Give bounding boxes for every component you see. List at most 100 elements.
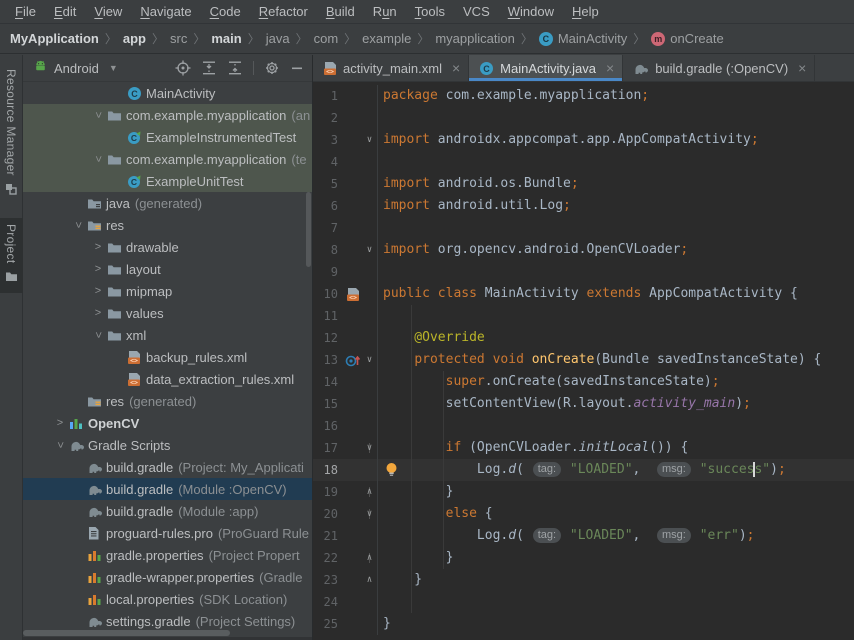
menu-file[interactable]: File: [6, 0, 45, 24]
fold-marker-icon[interactable]: ∧: [362, 553, 377, 563]
menu-run[interactable]: Run: [364, 0, 406, 24]
fold-marker-icon[interactable]: ∨: [362, 135, 377, 145]
hide-icon[interactable]: [290, 61, 304, 75]
menu-tools[interactable]: Tools: [406, 0, 454, 24]
tree-chevron-icon[interactable]: >: [89, 263, 107, 275]
expand-all-icon[interactable]: [201, 60, 217, 76]
code-line-2[interactable]: 2: [313, 107, 854, 129]
tree-row-values[interactable]: >values: [23, 302, 312, 324]
code-line-19[interactable]: 19∧ }: [313, 481, 854, 503]
code-line-12[interactable]: 12 @Override: [313, 327, 854, 349]
editor-tab-mainactivity-java[interactable]: C MainActivity.java ×: [469, 55, 623, 81]
code-line-17[interactable]: 17∨ if (OpenCVLoader.initLocal()) {: [313, 437, 854, 459]
tree-chevron-icon[interactable]: >: [89, 307, 107, 319]
breadcrumb-item-mainactivity[interactable]: CMainActivity: [539, 31, 627, 46]
tree-row-build-gradle[interactable]: build.gradle(Module :app): [23, 500, 312, 522]
layout-file-icon[interactable]: <>: [343, 287, 362, 302]
editor-tab-activity-main-xml[interactable]: <> activity_main.xml ×: [313, 55, 469, 81]
code-line-22[interactable]: 22∧ }: [313, 547, 854, 569]
breadcrumb-item-myapplication[interactable]: MyApplication: [10, 31, 99, 46]
close-icon[interactable]: ×: [606, 60, 614, 76]
tree-row-data-extraction-rules-xml[interactable]: <>data_extraction_rules.xml: [23, 368, 312, 390]
tree-chevron-icon[interactable]: >: [89, 329, 107, 341]
breadcrumb-item-main[interactable]: main: [211, 31, 241, 46]
code-line-24[interactable]: 24: [313, 591, 854, 613]
close-icon[interactable]: ×: [452, 60, 460, 76]
breadcrumb-item-oncreate[interactable]: monCreate: [651, 31, 723, 46]
tree-row-com-example-myapplication[interactable]: >com.example.myapplication(an: [23, 104, 312, 126]
override-icon[interactable]: [343, 353, 362, 368]
code-line-25[interactable]: 25}: [313, 613, 854, 635]
tree-horizontal-scrollbar[interactable]: [23, 630, 230, 636]
code-line-13[interactable]: 13∨ protected void onCreate(Bundle saved…: [313, 349, 854, 371]
code-line-10[interactable]: 10<>public class MainActivity extends Ap…: [313, 283, 854, 305]
project-view-selector[interactable]: Android ▼: [33, 60, 118, 77]
breadcrumb-item-myapplication[interactable]: myapplication: [435, 31, 515, 46]
code-line-23[interactable]: 23∧ }: [313, 569, 854, 591]
breadcrumb-item-com[interactable]: com: [314, 31, 339, 46]
menu-view[interactable]: View: [85, 0, 131, 24]
menu-code[interactable]: Code: [201, 0, 250, 24]
tree-row-exampleunittest[interactable]: CExampleUnitTest: [23, 170, 312, 192]
tree-vertical-scrollbar[interactable]: [306, 192, 311, 267]
fold-marker-icon[interactable]: ∨: [362, 355, 377, 365]
code-line-9[interactable]: 9: [313, 261, 854, 283]
tree-chevron-icon[interactable]: >: [89, 153, 107, 165]
tree-chevron-icon[interactable]: >: [89, 285, 107, 297]
code-line-21[interactable]: 21 Log.d( tag: "LOADED", msg: "err");: [313, 525, 854, 547]
code-line-5[interactable]: 5import android.os.Bundle;: [313, 173, 854, 195]
menu-vcs[interactable]: VCS: [454, 0, 499, 24]
tree-row-mainactivity[interactable]: CMainActivity: [23, 82, 312, 104]
tree-chevron-icon[interactable]: >: [51, 439, 69, 451]
code-line-14[interactable]: 14 super.onCreate(savedInstanceState);: [313, 371, 854, 393]
tree-row-mipmap[interactable]: >mipmap: [23, 280, 312, 302]
tree-row-exampleinstrumentedtest[interactable]: CExampleInstrumentedTest: [23, 126, 312, 148]
code-line-1[interactable]: 1package com.example.myapplication;: [313, 85, 854, 107]
tree-row-gradle-scripts[interactable]: >Gradle Scripts: [23, 434, 312, 456]
code-line-4[interactable]: 4: [313, 151, 854, 173]
menu-refactor[interactable]: Refactor: [250, 0, 317, 24]
locate-icon[interactable]: [175, 60, 191, 76]
code-line-6[interactable]: 6import android.util.Log;: [313, 195, 854, 217]
tree-row-gradle-wrapper-properties[interactable]: gradle-wrapper.properties(Gradle: [23, 566, 312, 588]
stripe-tab-resource-manager[interactable]: Resource Manager: [0, 63, 23, 206]
tree-chevron-icon[interactable]: >: [89, 109, 107, 121]
breadcrumb-item-app[interactable]: app: [123, 31, 146, 46]
tree-chevron-icon[interactable]: >: [51, 417, 69, 429]
menu-build[interactable]: Build: [317, 0, 364, 24]
tree-row-local-properties[interactable]: local.properties(SDK Location): [23, 588, 312, 610]
intention-bulb-icon[interactable]: [384, 462, 399, 482]
collapse-all-icon[interactable]: [227, 60, 243, 76]
tree-row-build-gradle[interactable]: build.gradle(Project: My_Applicati: [23, 456, 312, 478]
settings-icon[interactable]: [264, 60, 280, 76]
menu-window[interactable]: Window: [499, 0, 563, 24]
menu-help[interactable]: Help: [563, 0, 608, 24]
tree-row-gradle-properties[interactable]: gradle.properties(Project Propert: [23, 544, 312, 566]
fold-marker-icon[interactable]: ∧: [362, 487, 377, 497]
tree-row-backup-rules-xml[interactable]: <>backup_rules.xml: [23, 346, 312, 368]
fold-marker-icon[interactable]: ∨: [362, 245, 377, 255]
code-line-15[interactable]: 15 setContentView(R.layout.activity_main…: [313, 393, 854, 415]
tree-chevron-icon[interactable]: >: [89, 241, 107, 253]
code-editor[interactable]: 1package com.example.myapplication;23∨im…: [313, 82, 854, 640]
breadcrumb-item-src[interactable]: src: [170, 31, 187, 46]
fold-marker-icon[interactable]: ∧: [362, 575, 377, 585]
fold-marker-icon[interactable]: ∨: [362, 509, 377, 519]
tree-row-com-example-myapplication[interactable]: >com.example.myapplication(te: [23, 148, 312, 170]
tree-row-res[interactable]: res(generated): [23, 390, 312, 412]
code-line-20[interactable]: 20∨ else {: [313, 503, 854, 525]
close-icon[interactable]: ×: [798, 60, 806, 76]
code-line-7[interactable]: 7: [313, 217, 854, 239]
tree-row-settings-gradle[interactable]: settings.gradle(Project Settings): [23, 610, 312, 632]
tree-chevron-icon[interactable]: >: [69, 219, 87, 231]
code-line-8[interactable]: 8∨import org.opencv.android.OpenCVLoader…: [313, 239, 854, 261]
menu-navigate[interactable]: Navigate: [131, 0, 200, 24]
tree-row-layout[interactable]: >layout: [23, 258, 312, 280]
tree-row-opencv[interactable]: >OpenCV: [23, 412, 312, 434]
tree-row-java[interactable]: java(generated): [23, 192, 312, 214]
tree-row-drawable[interactable]: >drawable: [23, 236, 312, 258]
code-line-11[interactable]: 11: [313, 305, 854, 327]
code-line-3[interactable]: 3∨import androidx.appcompat.app.AppCompa…: [313, 129, 854, 151]
menu-edit[interactable]: Edit: [45, 0, 85, 24]
tree-row-xml[interactable]: >xml: [23, 324, 312, 346]
